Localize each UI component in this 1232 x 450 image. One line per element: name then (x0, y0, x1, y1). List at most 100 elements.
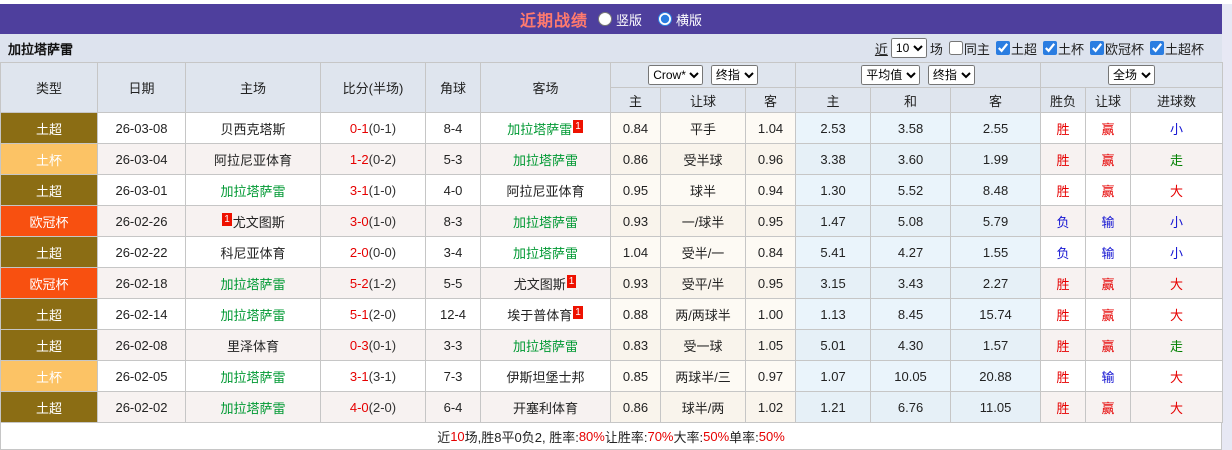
home-team[interactable]: 1 尤文图斯 (185, 205, 321, 237)
team-name[interactable]: 里泽体育 (227, 339, 279, 354)
team-name[interactable]: 加拉塔萨雷 (513, 153, 578, 168)
average-final-select[interactable]: 终指 (927, 65, 975, 85)
results-table: 类型 日期 主场 比分(半场) 角球 客场 Crow* 终指 平均值 终指 全场 (0, 62, 1224, 423)
team-name[interactable]: 加拉塔萨雷 (513, 246, 578, 261)
result-win-lose: 胜 (1040, 298, 1087, 330)
bookmaker-select[interactable]: Crow* (648, 65, 704, 85)
odds-home: 0.84 (610, 112, 661, 144)
result-win-lose: 胜 (1040, 174, 1087, 206)
away-team[interactable]: 埃于普体育 1 (480, 298, 611, 330)
league-checkbox-tubei[interactable] (1042, 41, 1057, 55)
away-team[interactable]: 加拉塔萨雷 1 (480, 112, 611, 144)
avg-home-odds: 5.41 (795, 236, 872, 268)
home-team[interactable]: 加拉塔萨雷 (185, 360, 321, 392)
team-name[interactable]: 埃于普体育 (507, 308, 572, 323)
team-name[interactable]: 开塞利体育 (513, 401, 578, 416)
bookmaker-final-select[interactable]: 终指 (710, 65, 758, 85)
average-select[interactable]: 平均值 (861, 65, 921, 85)
away-team[interactable]: 开塞利体育 (480, 391, 611, 423)
result-handicap: 赢 (1085, 329, 1132, 361)
team-name[interactable]: 尤文图斯 (514, 277, 566, 292)
home-team[interactable]: 阿拉尼亚体育 (185, 143, 321, 175)
radio-vertical-layout[interactable]: 竖版 (597, 10, 642, 29)
away-team[interactable]: 阿拉尼亚体育 (480, 174, 611, 206)
halftime-score: (3-1) (368, 368, 397, 384)
team-name[interactable]: 尤文图斯 (233, 215, 285, 230)
avg-away-odds: 1.57 (950, 329, 1042, 361)
corner-score: 7-3 (425, 360, 481, 392)
odds-away: 1.04 (744, 112, 797, 144)
near-link[interactable]: 近 (875, 39, 888, 58)
team-name[interactable]: 加拉塔萨雷 (220, 184, 285, 199)
team-name[interactable]: 贝西克塔斯 (220, 122, 285, 137)
team-name[interactable]: 加拉塔萨雷 (513, 215, 578, 230)
avg-draw-odds: 3.58 (870, 112, 952, 144)
team-name[interactable]: 阿拉尼亚体育 (506, 184, 584, 199)
team-name[interactable]: 加拉塔萨雷 (220, 370, 285, 385)
scope-select[interactable]: 全场 (1108, 65, 1156, 85)
league-checkbox-ouguanbei[interactable] (1089, 41, 1104, 55)
league-label-tubei: 土杯 (1057, 41, 1084, 57)
average-select-group: 平均值 终指 (795, 62, 1042, 88)
away-team[interactable]: 加拉塔萨雷 (480, 205, 611, 237)
team-name[interactable]: 科尼亚体育 (220, 246, 285, 261)
odds-home: 0.88 (610, 298, 661, 330)
home-team[interactable]: 加拉塔萨雷 (185, 391, 321, 423)
table-row: 土超 26-02-22 科尼亚体育 2-0(0-0) 3-4 加拉塔萨雷 1.0… (0, 236, 1224, 268)
home-team[interactable]: 加拉塔萨雷 (185, 267, 321, 299)
result-handicap: 赢 (1085, 174, 1132, 206)
league-checkbox-tuchaobei[interactable] (1149, 41, 1164, 55)
same-home-checkbox[interactable] (948, 41, 963, 55)
away-team[interactable]: 伊斯坦堡士邦 (480, 360, 611, 392)
avg-home-odds: 1.47 (795, 205, 872, 237)
radio-vertical-label: 竖版 (615, 12, 642, 28)
league-filter-ouguanbei[interactable]: 欧冠杯 (1087, 39, 1144, 58)
team-name[interactable]: 阿拉尼亚体育 (214, 153, 292, 168)
home-team[interactable]: 里泽体育 (185, 329, 321, 361)
odds-away: 0.94 (744, 174, 797, 206)
league-type-badge: 土超 (0, 236, 98, 268)
home-team[interactable]: 科尼亚体育 (185, 236, 321, 268)
league-filter-tuchaobei[interactable]: 土超杯 (1147, 39, 1204, 58)
team-name[interactable]: 加拉塔萨雷 (220, 277, 285, 292)
radio-horizontal-layout[interactable]: 横版 (658, 10, 702, 29)
match-score: 3-1(3-1) (320, 360, 426, 392)
avg-home-odds: 2.53 (795, 112, 872, 144)
home-team[interactable]: 贝西克塔斯 (185, 112, 321, 144)
away-team[interactable]: 加拉塔萨雷 (480, 329, 611, 361)
avg-draw-odds: 10.05 (870, 360, 952, 392)
radio-vertical-input[interactable] (597, 12, 612, 26)
rank-badge: 1 (566, 274, 577, 288)
team-name[interactable]: 加拉塔萨雷 (507, 122, 572, 137)
league-label-ouguanbei: 欧冠杯 (1104, 41, 1144, 57)
odds-home: 0.93 (610, 267, 661, 299)
corner-score: 5-5 (425, 267, 481, 299)
header-score: 比分(半场) (320, 62, 426, 113)
result-win-lose: 胜 (1040, 112, 1087, 144)
team-name[interactable]: 加拉塔萨雷 (220, 308, 285, 323)
avg-away-odds: 1.55 (950, 236, 1042, 268)
team-name[interactable]: 加拉塔萨雷 (513, 339, 578, 354)
match-score: 0-3(0-1) (320, 329, 426, 361)
avg-draw-odds: 3.60 (870, 143, 952, 175)
avg-home-odds: 3.15 (795, 267, 872, 299)
away-team[interactable]: 加拉塔萨雷 (480, 236, 611, 268)
team-name[interactable]: 伊斯坦堡士邦 (506, 370, 584, 385)
team-name[interactable]: 加拉塔萨雷 (220, 401, 285, 416)
result-goals: 大 (1130, 391, 1224, 423)
league-filter-tuchao[interactable]: 土超 (993, 39, 1037, 58)
page-container: 近期战绩 竖版 横版 加拉塔萨雷 近 10 场 同主 土超 土杯 欧冠杯 土超杯… (0, 4, 1224, 450)
league-filter-tubei[interactable]: 土杯 (1040, 39, 1084, 58)
header-type: 类型 (0, 62, 98, 113)
home-team[interactable]: 加拉塔萨雷 (185, 298, 321, 330)
home-team[interactable]: 加拉塔萨雷 (185, 174, 321, 206)
league-checkbox-tuchao[interactable] (995, 41, 1010, 55)
match-date: 26-03-04 (97, 143, 186, 175)
same-home-checkbox-label[interactable]: 同主 (946, 39, 990, 58)
league-type-badge: 土杯 (0, 360, 98, 392)
summary-segment: 50% (758, 428, 785, 444)
radio-horizontal-input[interactable] (658, 12, 672, 26)
match-count-select[interactable]: 10 (890, 38, 927, 58)
away-team[interactable]: 尤文图斯 1 (480, 267, 611, 299)
away-team[interactable]: 加拉塔萨雷 (480, 143, 611, 175)
